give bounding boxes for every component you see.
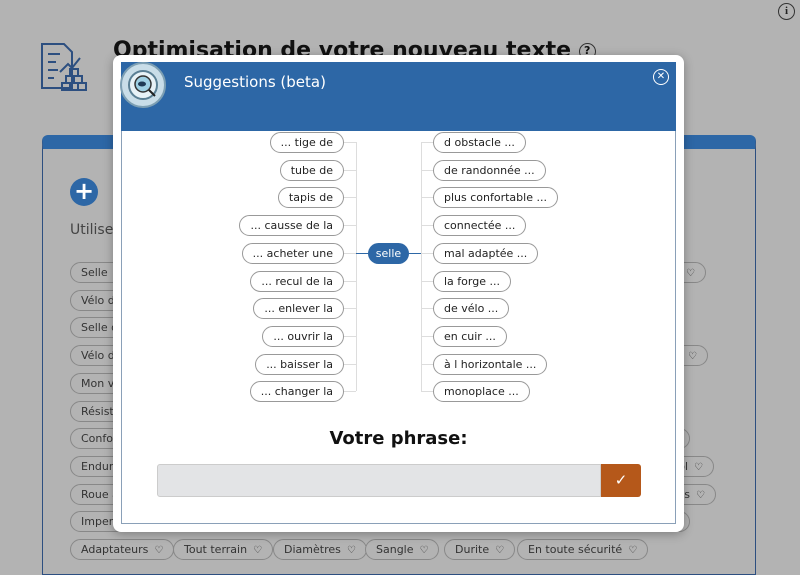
connector-line bbox=[421, 308, 433, 310]
suggestion-right[interactable]: monoplace ... bbox=[433, 381, 530, 403]
keyword-tag[interactable]: Durite ♡ bbox=[444, 539, 516, 560]
tag-label: En toute sécurité bbox=[528, 543, 623, 556]
connector-line bbox=[344, 142, 356, 143]
suggestion-right[interactable]: de vélo ... bbox=[433, 298, 510, 320]
checkmark-icon: ✓ bbox=[614, 471, 628, 489]
suggestion-left[interactable]: ... changer la bbox=[249, 381, 344, 403]
phrase-label: Votre phrase: bbox=[329, 428, 468, 449]
connector-line bbox=[421, 169, 433, 171]
tag-label: Tout terrain bbox=[184, 543, 248, 556]
tag-label: Durite bbox=[455, 543, 490, 556]
heart-icon[interactable]: ♡ bbox=[154, 545, 163, 556]
connector-line bbox=[356, 142, 357, 392]
connector-line bbox=[421, 280, 433, 282]
heart-icon[interactable]: ♡ bbox=[495, 545, 504, 556]
suggestion-left[interactable]: ... causse de la bbox=[239, 215, 344, 237]
connector-line bbox=[421, 197, 433, 199]
suggestion-right[interactable]: en cuir ... bbox=[433, 325, 507, 347]
suggestion-right[interactable]: plus confortable ... bbox=[433, 187, 558, 209]
heart-icon[interactable]: ♡ bbox=[686, 268, 695, 279]
close-icon[interactable]: ✕ bbox=[653, 69, 669, 85]
connector-line bbox=[421, 225, 433, 227]
phrase-input[interactable] bbox=[157, 464, 601, 497]
tag-label: Diamètres bbox=[284, 543, 341, 556]
suggestion-left[interactable]: ... recul de la bbox=[250, 270, 344, 292]
connector-line bbox=[421, 363, 433, 365]
connector-line bbox=[421, 252, 433, 254]
keyword-tag[interactable]: Sangle ♡ bbox=[365, 539, 440, 560]
assistant-avatar bbox=[120, 62, 166, 108]
suggestion-right[interactable]: mal adaptée ... bbox=[433, 242, 539, 264]
suggestion-left[interactable]: ... enlever la bbox=[253, 298, 344, 320]
suggestion-right[interactable]: la forge ... bbox=[433, 270, 511, 292]
add-button[interactable]: + bbox=[70, 178, 98, 206]
connector-line bbox=[421, 391, 433, 393]
info-icon[interactable]: i bbox=[778, 3, 795, 20]
heart-icon[interactable]: ♡ bbox=[628, 545, 637, 556]
heart-icon[interactable]: ♡ bbox=[688, 351, 697, 362]
connector-line bbox=[344, 252, 356, 254]
suggestion-left[interactable]: ... ouvrir la bbox=[262, 325, 344, 347]
heart-icon[interactable]: ♡ bbox=[696, 490, 705, 501]
suggestion-right[interactable]: connectée ... bbox=[433, 215, 527, 237]
connector-line bbox=[344, 363, 356, 365]
keyword-tag[interactable]: Adaptateurs ♡ bbox=[70, 539, 175, 560]
connector-line bbox=[344, 197, 356, 199]
heart-icon[interactable]: ♡ bbox=[347, 545, 356, 556]
connector-line bbox=[421, 142, 433, 143]
center-word[interactable]: selle bbox=[368, 243, 409, 264]
heart-icon[interactable]: ♡ bbox=[420, 545, 429, 556]
suggestion-left[interactable]: ... tige de bbox=[269, 132, 344, 153]
suggestion-left[interactable]: tube de bbox=[279, 159, 344, 181]
tag-label: Sangle bbox=[376, 543, 414, 556]
suggestion-left[interactable]: ... acheter une bbox=[241, 242, 344, 264]
connector-line bbox=[344, 308, 356, 310]
connector-line bbox=[344, 225, 356, 227]
suggestion-right[interactable]: d obstacle ... bbox=[433, 132, 526, 153]
modal-title: Suggestions (beta) bbox=[184, 73, 326, 91]
connector-line bbox=[421, 142, 422, 392]
suggestion-right[interactable]: de randonnée ... bbox=[433, 159, 546, 181]
tag-label: Selle bbox=[81, 266, 108, 279]
suggestion-left[interactable]: tapis de bbox=[277, 187, 344, 209]
confirm-button[interactable]: ✓ bbox=[601, 464, 641, 497]
keyword-tag[interactable]: Tout terrain ♡ bbox=[173, 539, 274, 560]
connector-line bbox=[344, 169, 356, 171]
connector-line bbox=[344, 280, 356, 282]
keyword-tag[interactable]: En toute sécurité ♡ bbox=[517, 539, 649, 560]
connector-line bbox=[421, 335, 433, 337]
heart-icon[interactable]: ♡ bbox=[694, 462, 703, 473]
heart-icon[interactable]: ♡ bbox=[253, 545, 262, 556]
suggestion-right[interactable]: à l horizontale ... bbox=[433, 353, 548, 375]
document-optimization-icon bbox=[41, 43, 87, 91]
suggestion-left[interactable]: ... baisser la bbox=[255, 353, 344, 375]
keyword-tag[interactable]: Diamètres ♡ bbox=[273, 539, 367, 560]
connector-line bbox=[344, 335, 356, 337]
tag-label: Adaptateurs bbox=[81, 543, 149, 556]
connector-line bbox=[344, 391, 356, 393]
